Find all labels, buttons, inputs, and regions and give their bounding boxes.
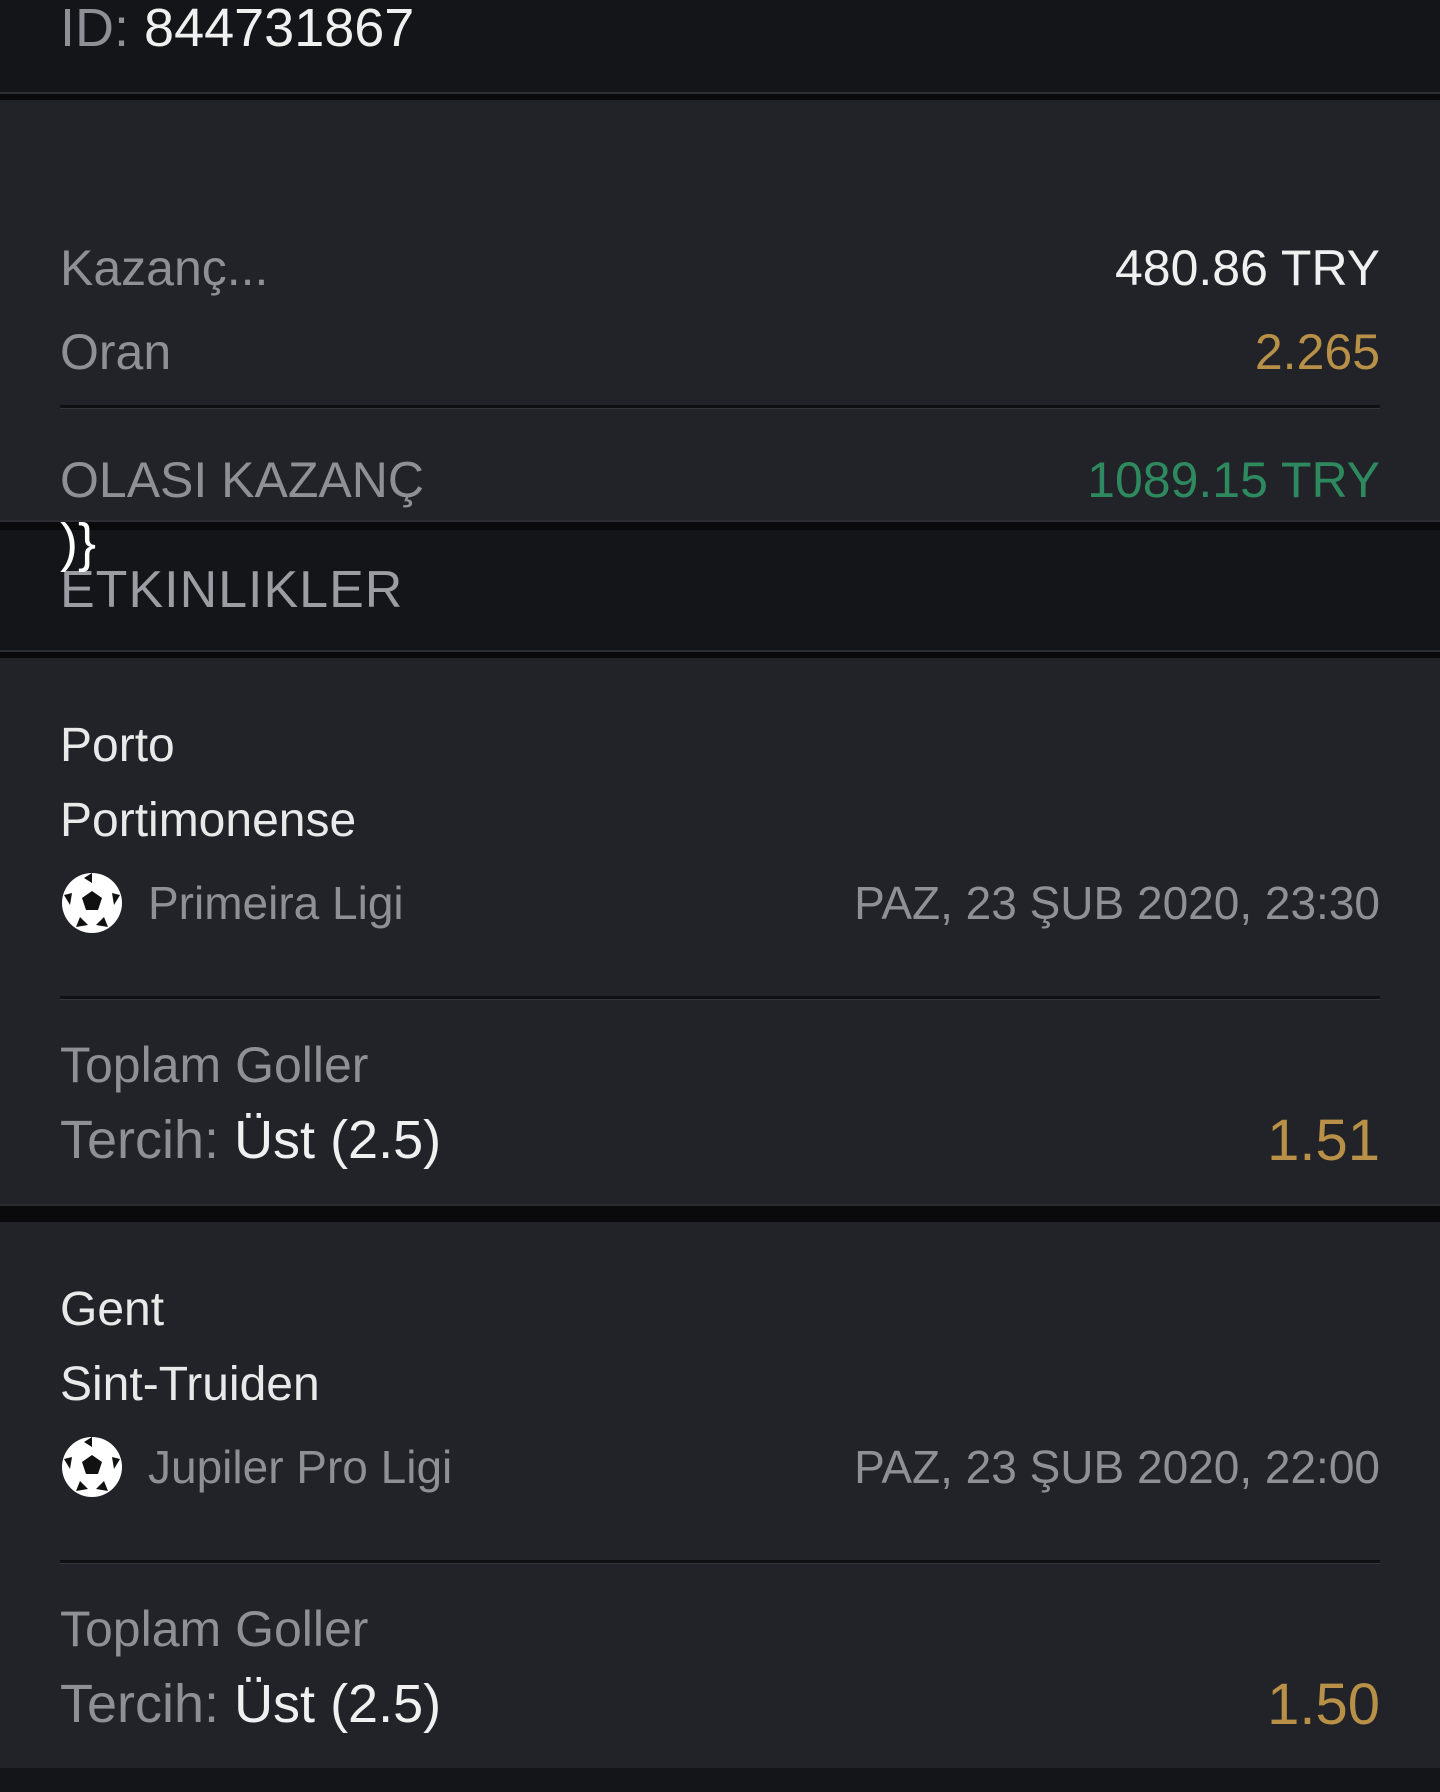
soccer-ball-icon [62,1437,122,1497]
odds-label: Oran [60,324,172,380]
home-team: Porto [60,719,175,772]
divider [0,92,1440,100]
selection-value: Üst (2.5) [234,1110,442,1170]
events-section-title: ETKINLIKLER [0,530,1440,650]
event-card[interactable]: Gent Sint-Truiden Jupiler Pro Ligi PAZ, … [0,1222,1440,1768]
event-meta: Jupiler Pro Ligi PAZ, 23 ŞUB 2020, 22:00 [60,1434,1380,1500]
market-name: Toplam Goller [60,1601,369,1657]
selection-row: Tercih: Üst (2.5) 1.50 [60,1671,1380,1737]
divider [0,1204,1440,1222]
odds-value: 2.265 [1254,324,1380,380]
ticket-id-label: ID: [60,0,130,58]
stray-text: )} [60,513,97,573]
selection-odd: 1.50 [1267,1671,1380,1737]
selection-label: Tercih: [60,1674,220,1734]
away-team: Sint-Truiden [60,1358,320,1411]
league-name: Jupiler Pro Ligi [148,1441,453,1493]
potential-win-row: OLASI KAZANÇ 1089.15 TRY [60,450,1380,510]
stake-label: Kazanç... [60,240,269,296]
event-divider [60,1560,1380,1564]
event-datetime: PAZ, 23 ŞUB 2020, 23:30 [854,877,1380,929]
bet-summary: Kazanç... 480.86 TRY Oran 2.265 OLASI KA… [0,100,1440,573]
potential-win-label: OLASI KAZANÇ [60,452,424,508]
bet-slip-page: ID: 844731867 Kazanç... 480.86 TRY Oran … [0,0,1440,1792]
event-datetime: PAZ, 23 ŞUB 2020, 22:00 [854,1441,1380,1493]
potential-win-value: 1089.15 TRY [1087,452,1380,508]
divider [0,520,1440,530]
selection-value: Üst (2.5) [234,1674,442,1734]
away-team: Portimonense [60,794,357,847]
ticket-header: ID: 844731867 [0,0,1440,92]
ticket-id-value: 844731867 [144,0,415,58]
ticket-id: ID: 844731867 [60,0,414,60]
league-info: Jupiler Pro Ligi [60,1435,452,1499]
league-info: Primeira Ligi [60,871,404,935]
soccer-ball-icon [62,873,122,933]
stake-value: 480.86 TRY [1114,240,1380,296]
selection-row: Tercih: Üst (2.5) 1.51 [60,1107,1380,1173]
summary-divider [60,405,1380,409]
event-divider [60,996,1380,1000]
selection-label: Tercih: [60,1110,220,1170]
event-meta: Primeira Ligi PAZ, 23 ŞUB 2020, 23:30 [60,870,1380,936]
event-card[interactable]: Porto Portimonense Primeira Ligi PAZ, 23… [0,658,1440,1204]
stake-row: Kazanç... 480.86 TRY [60,238,1380,298]
selection-odd: 1.51 [1267,1107,1380,1173]
odds-row: Oran 2.265 [60,322,1380,382]
divider [0,650,1440,658]
home-team: Gent [60,1283,165,1336]
league-name: Primeira Ligi [148,877,404,929]
market-name: Toplam Goller [60,1037,369,1093]
